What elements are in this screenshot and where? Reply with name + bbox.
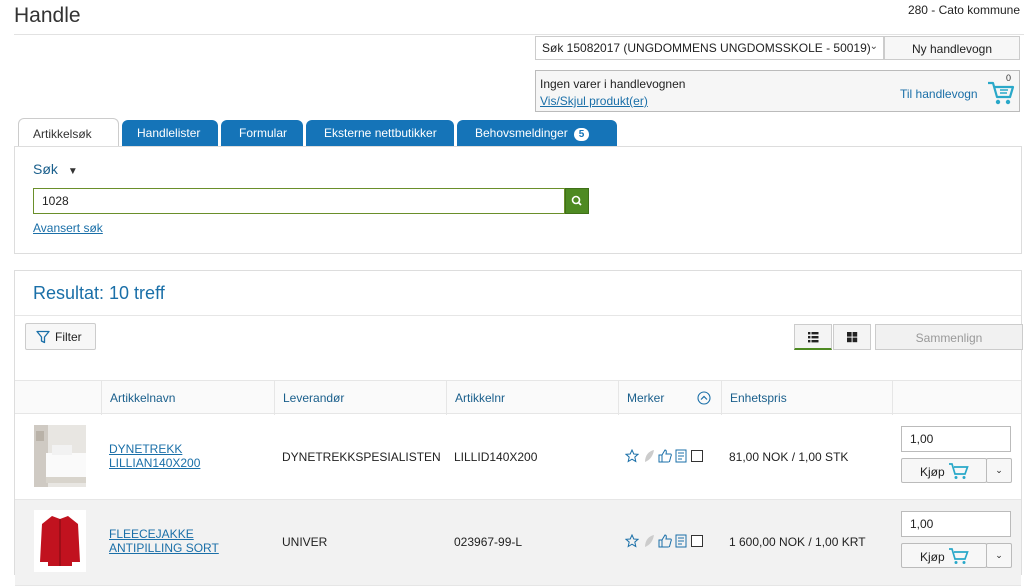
thumbs-up-icon: [658, 449, 672, 463]
favorite-star-icon[interactable]: [625, 449, 639, 463]
product-name-link[interactable]: DYNETREKK LILLIAN140X200: [109, 442, 259, 470]
compare-button[interactable]: Sammenlign: [875, 324, 1023, 350]
product-name-link[interactable]: FLEECEJAKKE ANTIPILLING SORT: [109, 527, 259, 555]
list-view-icon: [808, 332, 819, 343]
compare-checkbox[interactable]: [691, 535, 703, 547]
product-image[interactable]: [34, 425, 86, 487]
table-row: FLEECEJAKKE ANTIPILLING SORT UNIVER 0239…: [15, 500, 1021, 586]
product-image[interactable]: [34, 510, 86, 572]
results-divider: [15, 315, 1021, 316]
supplier-name: DYNETREKKSPESIALISTEN: [282, 450, 441, 464]
product-marks: [625, 534, 705, 548]
search-selector-value: Søk 15082017 (UNGDOMMENS UNGDOMSSKOLE - …: [542, 41, 871, 55]
tab-artikkelsok[interactable]: Artikkelsøk: [18, 118, 119, 147]
header-divider: [14, 34, 1024, 35]
chevron-down-icon: ⌄: [995, 550, 1003, 560]
column-header-name[interactable]: Artikkelnavn: [101, 381, 274, 415]
buy-options-dropdown[interactable]: ⌄: [986, 543, 1012, 568]
search-panel: Søk ▼ 1028 Avansert søk: [14, 146, 1022, 254]
tab-label: Handlelister: [137, 126, 201, 140]
buy-button[interactable]: Kjøp: [901, 458, 987, 483]
eco-leaf-icon: [645, 535, 654, 547]
search-icon: [571, 195, 582, 206]
results-panel: Resultat: 10 treff Filter Sammenlign Art…: [14, 270, 1023, 586]
grid-view-icon: [847, 332, 858, 343]
supplier-name: UNIVER: [282, 535, 328, 549]
buy-label: Kjøp: [920, 550, 945, 564]
tab-behovsmeldinger[interactable]: Behovsmeldinger 5: [457, 120, 617, 146]
notification-badge: 5: [573, 128, 590, 141]
toggle-products-link[interactable]: Vis/Skjul produkt(er): [540, 94, 648, 108]
document-icon: [675, 449, 687, 463]
tab-handlelister[interactable]: Handlelister: [122, 120, 218, 146]
tab-formular[interactable]: Formular: [221, 120, 303, 146]
quantity-input[interactable]: 1,00: [901, 511, 1011, 537]
article-number: 023967-99-L: [454, 535, 523, 549]
collapse-icon[interactable]: [697, 391, 711, 405]
page-title: Handle: [14, 4, 81, 27]
results-title: Resultat: 10 treff: [33, 283, 165, 303]
thumbs-up-icon: [658, 534, 672, 548]
document-icon: [675, 534, 687, 548]
unit-price: 1 600,00 NOK / 1,00 KRT: [729, 535, 866, 549]
quantity-input[interactable]: 1,00: [901, 426, 1011, 452]
cart-count: 0: [1006, 73, 1012, 83]
chevron-down-icon: ⌄: [869, 41, 878, 52]
cart-icon: [949, 548, 969, 564]
search-mode-label: Søk: [33, 161, 58, 177]
tab-eksterne-nettbutikker[interactable]: Eksterne nettbutikker: [306, 120, 454, 146]
cart-summary: Ingen varer i handlevognen Vis/Skjul pro…: [535, 70, 1020, 112]
table-row: DYNETREKK LILLIAN140X200 DYNETREKKSPESIA…: [15, 414, 1021, 500]
grid-view-button[interactable]: [833, 324, 871, 350]
cart-icon[interactable]: [986, 77, 1016, 107]
tab-label: Formular: [239, 126, 288, 140]
product-marks: [625, 449, 705, 463]
filter-label: Filter: [55, 330, 82, 344]
cart-icon: [949, 463, 969, 479]
chevron-down-icon: ⌄: [995, 465, 1003, 475]
column-header-actions: [892, 381, 1023, 415]
column-header-price[interactable]: Enhetspris: [721, 381, 892, 415]
column-header-artnr[interactable]: Artikkelnr: [446, 381, 618, 415]
new-cart-button[interactable]: Ny handlevogn: [884, 36, 1020, 60]
column-header-supplier[interactable]: Leverandør: [274, 381, 446, 415]
chevron-down-icon: ▼: [67, 166, 78, 177]
search-input[interactable]: 1028: [33, 188, 565, 214]
cart-empty-text: Ingen varer i handlevognen: [540, 77, 686, 91]
go-to-cart-link[interactable]: Til handlevogn: [900, 87, 978, 101]
column-header-marks[interactable]: Merker: [618, 381, 721, 415]
advanced-search-link[interactable]: Avansert søk: [33, 221, 103, 235]
list-view-button[interactable]: [794, 324, 832, 350]
table-header: Artikkelnavn Leverandør Artikkelnr Merke…: [15, 380, 1023, 415]
filter-button[interactable]: Filter: [25, 323, 96, 350]
eco-leaf-icon: [645, 450, 654, 462]
buy-button[interactable]: Kjøp: [901, 543, 987, 568]
tab-label: Behovsmeldinger: [475, 126, 568, 140]
search-selector[interactable]: Søk 15082017 (UNGDOMMENS UNGDOMSSKOLE - …: [535, 36, 884, 60]
tab-label: Eksterne nettbutikker: [324, 126, 437, 140]
tab-label: Artikkelsøk: [33, 127, 92, 141]
unit-price: 81,00 NOK / 1,00 STK: [729, 450, 849, 464]
buy-label: Kjøp: [920, 465, 945, 479]
filter-icon: [36, 330, 50, 344]
search-mode-dropdown[interactable]: Søk ▼: [33, 161, 78, 177]
column-header-marks-label: Merker: [627, 391, 665, 405]
compare-checkbox[interactable]: [691, 450, 703, 462]
search-button[interactable]: [565, 188, 589, 214]
organization-label: 280 - Cato kommune: [907, 3, 1020, 17]
tab-bar: Artikkelsøk Handlelister Formular Ekster…: [18, 118, 618, 147]
favorite-star-icon[interactable]: [625, 534, 639, 548]
article-number: LILLID140X200: [454, 450, 538, 464]
buy-options-dropdown[interactable]: ⌄: [986, 458, 1012, 483]
